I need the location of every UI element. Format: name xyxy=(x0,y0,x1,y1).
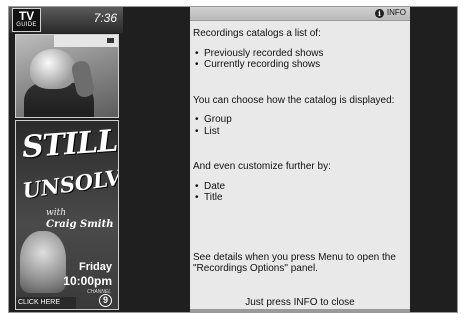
promo-with: with xyxy=(46,208,66,218)
promo-time: 10:00pm xyxy=(63,274,112,288)
tv-image-player-helmet xyxy=(30,49,76,89)
info-panel-body: Recordings catalogs a list of: Previousl… xyxy=(193,28,407,275)
tv-guide-logo[interactable]: TV GUIDE xyxy=(12,8,41,32)
details-text: See details when you press Menu to open … xyxy=(193,251,396,275)
logo-line-1: TV xyxy=(18,9,35,23)
left-column: TV GUIDE 7:36 STILL UNSOLVED with Craig … xyxy=(9,7,123,312)
info-panel: i INFO Recordings catalogs a list of: Pr… xyxy=(190,7,410,312)
live-tv-window[interactable] xyxy=(15,34,119,118)
choose-text: You can choose how the catalog is displa… xyxy=(193,94,395,106)
info-icon: i xyxy=(375,9,384,18)
clock: 7:36 xyxy=(93,11,117,25)
info-panel-footer xyxy=(190,309,410,312)
close-hint: Just press INFO to close xyxy=(245,297,355,308)
list-item: Previously recorded shows xyxy=(193,48,407,60)
list-item: Group xyxy=(193,114,407,126)
info-panel-header: i INFO xyxy=(190,7,410,21)
promo-channel-number: 9 xyxy=(99,294,112,307)
intro-text: Recordings catalogs a list of: xyxy=(193,28,321,39)
list-item: List xyxy=(193,126,407,138)
tv-screen: TV GUIDE 7:36 STILL UNSOLVED with Craig … xyxy=(8,6,458,313)
list-item: Title xyxy=(193,192,407,204)
header-bar: TV GUIDE 7:36 xyxy=(9,7,123,33)
promo-ad[interactable]: STILL UNSOLVED with Craig Smith Friday 1… xyxy=(15,120,119,310)
display-options-list: Group List xyxy=(193,114,407,137)
recordings-list: Previously recorded shows Currently reco… xyxy=(193,48,407,71)
promo-title-line-1: STILL xyxy=(20,123,119,166)
promo-host-name: Craig Smith xyxy=(46,219,114,230)
channel-tab xyxy=(54,35,118,47)
list-item: Currently recording shows xyxy=(193,59,407,71)
list-item: Date xyxy=(193,181,407,193)
click-here-button[interactable]: CLICK HERE xyxy=(16,297,76,309)
promo-day: Friday xyxy=(78,261,112,273)
host-photo xyxy=(20,231,66,293)
logo-line-2: GUIDE xyxy=(16,22,37,28)
customize-options-list: Date Title xyxy=(193,181,407,204)
info-header-label: INFO xyxy=(386,8,406,17)
promo-title-line-2: UNSOLVED xyxy=(20,159,119,204)
customize-text: And even customize further by: xyxy=(193,161,331,172)
